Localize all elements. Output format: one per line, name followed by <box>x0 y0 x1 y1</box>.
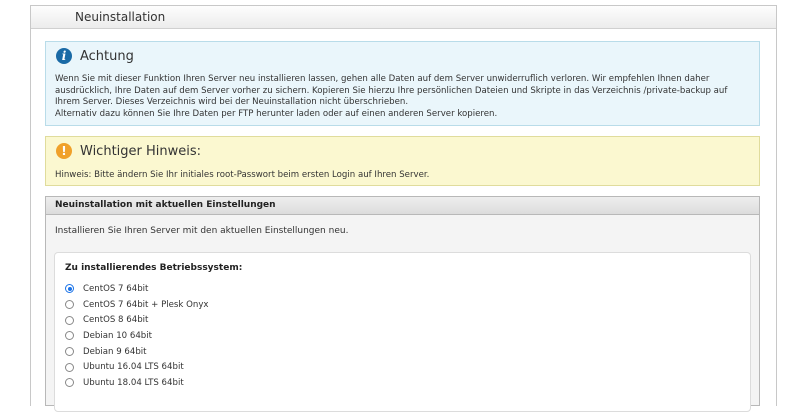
os-option[interactable]: Debian 10 64bit <box>65 328 209 344</box>
reinstall-window: Neuinstallation i Achtung Wenn Sie mit d… <box>30 5 777 412</box>
info-icon: i <box>56 48 72 64</box>
notice-line-2: Alternativ dazu können Sie Ihre Daten pe… <box>55 108 498 119</box>
os-option-label: Ubuntu 16.04 LTS 64bit <box>83 362 184 373</box>
os-label: Zu installierendes Betriebssystem: <box>65 263 243 273</box>
os-radio[interactable] <box>65 331 74 341</box>
hint-text: Hinweis: Bitte ändern Sie Ihr initiales … <box>55 170 430 180</box>
os-radio[interactable] <box>65 315 74 325</box>
os-option-label: CentOS 8 64bit <box>83 315 149 326</box>
os-option-label: Debian 10 64bit <box>83 330 153 341</box>
os-option[interactable]: CentOS 7 64bit <box>65 281 209 297</box>
os-option-label: CentOS 7 64bit <box>83 283 149 294</box>
section-title: Neuinstallation mit aktuellen Einstellun… <box>46 197 759 215</box>
notice-title: Achtung <box>80 48 134 64</box>
os-option[interactable]: CentOS 8 64bit <box>65 312 209 328</box>
window-title: Neuinstallation <box>31 6 776 29</box>
os-option[interactable]: Ubuntu 16.04 LTS 64bit <box>65 359 209 375</box>
section-description: Installieren Sie Ihren Server mit den ak… <box>55 226 349 236</box>
os-option[interactable]: Debian 9 64bit <box>65 344 209 360</box>
os-radio[interactable] <box>65 362 74 372</box>
os-option-label: CentOS 7 64bit + Plesk Onyx <box>83 299 209 310</box>
hint-title: Wichtiger Hinweis: <box>80 143 202 159</box>
os-radio[interactable] <box>65 284 74 294</box>
notice-text: Wenn Sie mit dieser Funktion Ihren Serve… <box>55 74 751 120</box>
os-radio[interactable] <box>65 347 74 357</box>
reinstall-section: Neuinstallation mit aktuellen Einstellun… <box>45 196 760 412</box>
os-radio[interactable] <box>65 300 74 310</box>
hint-box: ! Wichtiger Hinweis: Hinweis: Bitte ände… <box>45 136 760 186</box>
os-radio-group: CentOS 7 64bit CentOS 7 64bit + Plesk Ony… <box>65 281 209 391</box>
warning-icon: ! <box>56 143 72 159</box>
os-option-label: Debian 9 64bit <box>83 346 147 357</box>
os-option[interactable]: CentOS 7 64bit + Plesk Onyx <box>65 297 209 313</box>
os-panel: Zu installierendes Betriebssystem: CentO… <box>54 252 751 412</box>
notice-box: i Achtung Wenn Sie mit dieser Funktion I… <box>45 41 760 126</box>
notice-line-1: Wenn Sie mit dieser Funktion Ihren Serve… <box>55 74 728 108</box>
